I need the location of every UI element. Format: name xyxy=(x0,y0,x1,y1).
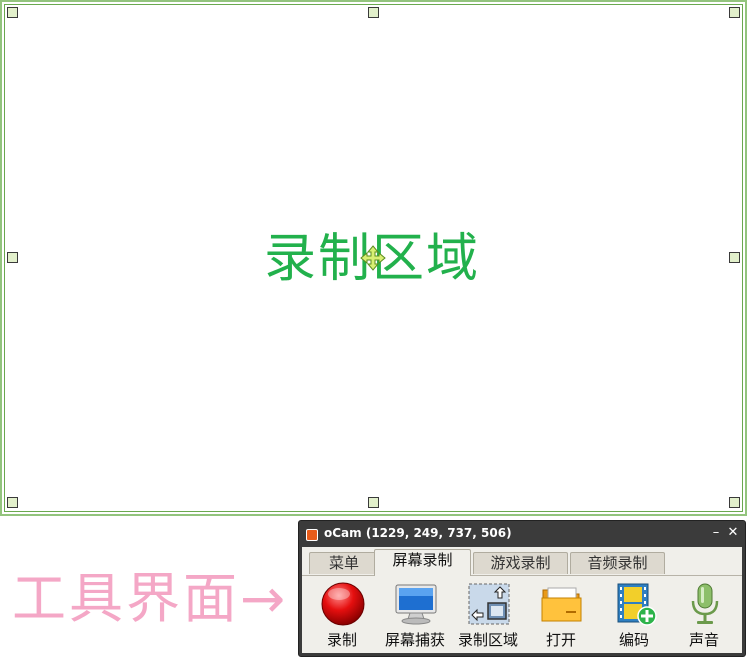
record-label: 录制 xyxy=(326,631,357,649)
tab-game-record[interactable]: 游戏录制 xyxy=(473,552,568,574)
window-title: oCam (1229, 249, 737, 506) xyxy=(324,526,512,540)
record-region-button[interactable]: 录制区域 xyxy=(452,577,524,653)
resize-handle-bottom-right[interactable] xyxy=(729,497,740,508)
microphone-icon xyxy=(691,583,719,624)
tab-menu[interactable]: 菜单 xyxy=(309,552,379,574)
tab-screen-record[interactable]: 屏幕录制 xyxy=(374,549,471,576)
record-icon xyxy=(321,582,365,626)
resize-handle-top-right[interactable] xyxy=(729,7,740,18)
tab-bar: 菜单 屏幕录制 游戏录制 音频录制 xyxy=(302,549,742,576)
sound-button[interactable]: 声音 xyxy=(668,577,740,653)
resize-handle-bottom-center[interactable] xyxy=(368,497,379,508)
resize-handle-middle-right[interactable] xyxy=(729,252,740,263)
record-region-label: 录制区域 xyxy=(457,631,518,649)
screen-capture-button[interactable]: 屏幕捕获 xyxy=(379,577,451,653)
resize-handle-top-center[interactable] xyxy=(368,7,379,18)
window-content: 菜单 屏幕录制 游戏录制 音频录制 录制 屏幕捕获 录制区域 打开 编码 声音 xyxy=(302,547,742,653)
resize-handle-bottom-left[interactable] xyxy=(7,497,18,508)
encode-button[interactable]: 编码 xyxy=(598,577,670,653)
sound-label: 声音 xyxy=(688,631,719,649)
ocam-app-icon xyxy=(306,529,318,541)
resize-region-icon xyxy=(468,583,510,625)
resize-handle-middle-left[interactable] xyxy=(7,252,18,263)
toolbar-annotation: 工具界面→ xyxy=(12,567,289,630)
tab-audio-record[interactable]: 音频录制 xyxy=(570,552,665,574)
minimize-button[interactable]: – xyxy=(708,525,724,541)
folder-icon xyxy=(541,587,582,622)
record-button[interactable]: 录制 xyxy=(306,577,378,653)
open-label: 打开 xyxy=(545,631,576,649)
monitor-icon xyxy=(395,584,437,625)
screen-capture-label: 屏幕捕获 xyxy=(384,631,445,649)
title-bar[interactable]: oCam (1229, 249, 737, 506) – ✕ xyxy=(299,521,745,547)
move-cursor-icon[interactable] xyxy=(360,245,386,271)
open-button[interactable]: 打开 xyxy=(525,577,597,653)
resize-handle-top-left[interactable] xyxy=(7,7,18,18)
ocam-window: oCam (1229, 249, 737, 506) – ✕ 菜单 屏幕录制 游… xyxy=(298,520,746,657)
film-add-icon xyxy=(617,583,657,626)
close-button[interactable]: ✕ xyxy=(725,525,741,541)
